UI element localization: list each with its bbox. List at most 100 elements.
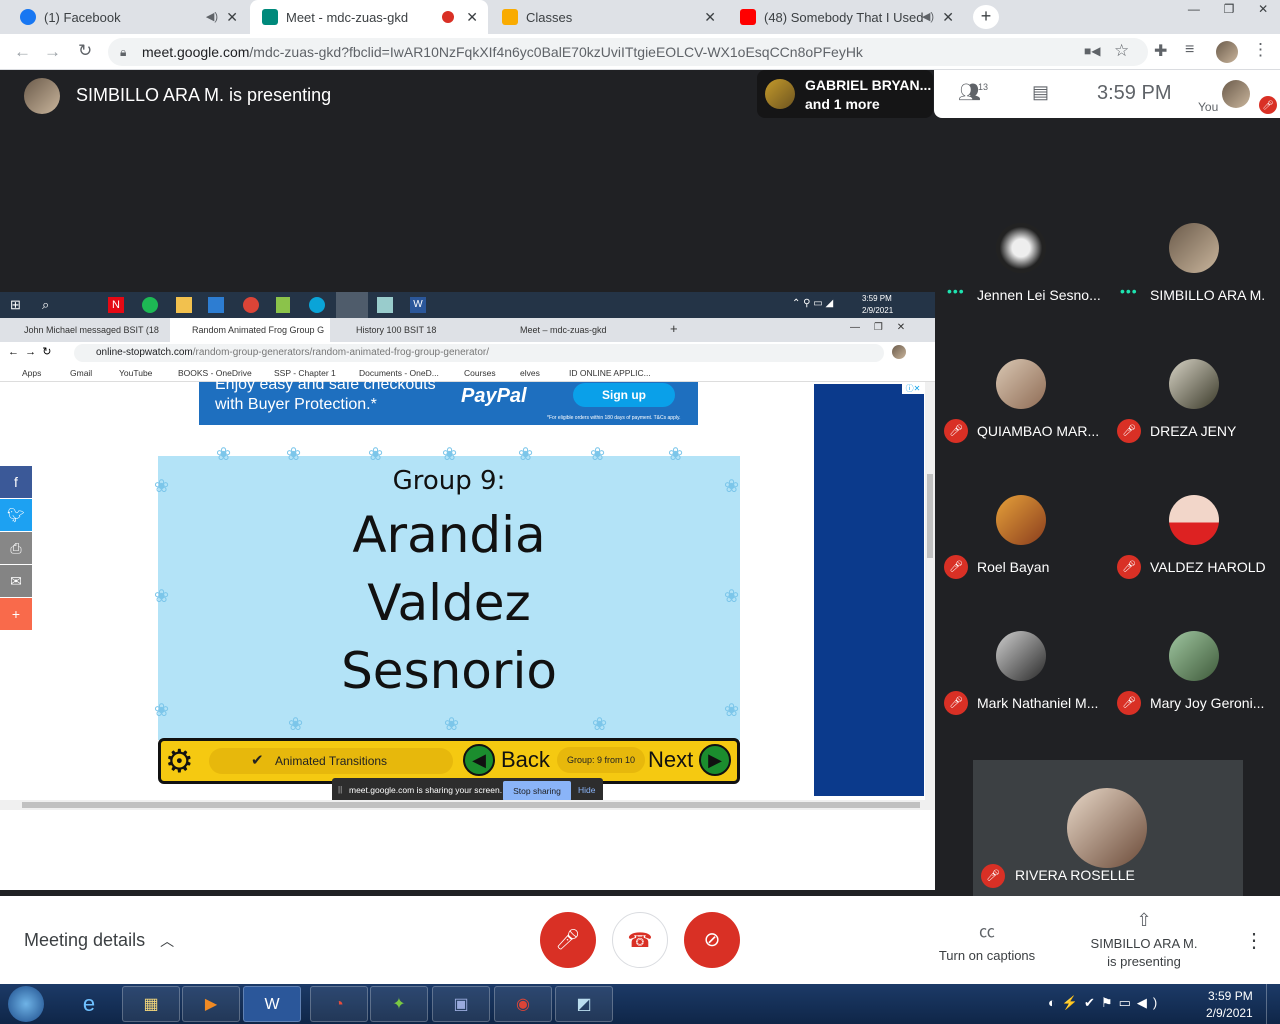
captions-button[interactable]: ㏄ Turn on captions	[935, 918, 1039, 963]
paypal-ad[interactable]: Enjoy easy and safe checkouts with Buyer…	[199, 376, 698, 425]
vertical-scrollbar[interactable]	[925, 382, 935, 800]
network-app-icon[interactable]: ✦	[370, 986, 428, 1022]
edge-icon	[309, 297, 325, 313]
flower-decoration: ❀	[288, 714, 304, 734]
camera-icon[interactable]: ■◀	[1084, 44, 1100, 58]
profile-avatar[interactable]	[1216, 41, 1238, 63]
participant-tile-featured[interactable]: 🎤︎ RIVERA ROSELLE	[973, 760, 1243, 896]
flower-decoration: ❀	[442, 444, 458, 464]
close-tab-icon[interactable]: ✕	[466, 9, 478, 26]
photo-viewer-icon[interactable]: ▣	[432, 986, 490, 1022]
new-tab-button[interactable]: +	[973, 5, 999, 29]
animated-transitions-toggle[interactable]: ✔ Animated Transitions	[209, 748, 453, 774]
participant-name: SIMBILLO ARA M.	[1150, 287, 1266, 303]
participant-tile[interactable]: 🎤︎ Roel Bayan	[935, 487, 1107, 623]
speaker-icon[interactable]: ◀)	[206, 10, 218, 23]
back-arrow-icon[interactable]: ◀	[463, 744, 495, 776]
internet-explorer-icon[interactable]: e	[60, 986, 118, 1022]
extensions-icon[interactable]: ✚	[1154, 41, 1167, 61]
restore-icon[interactable]: ❐	[1224, 2, 1235, 20]
word-icon[interactable]: W	[243, 986, 301, 1022]
windows-start-icon[interactable]	[8, 986, 44, 1022]
address-bar[interactable]: 🔒︎ meet.google.com/mdc-zuas-gkd?fbclid=I…	[108, 38, 1148, 66]
meeting-details-label: Meeting details	[24, 930, 146, 950]
self-avatar[interactable]	[1222, 80, 1250, 108]
next-arrow-icon[interactable]: ▶	[699, 744, 731, 776]
explorer-icon[interactable]: ▦	[122, 986, 180, 1022]
bookmark: elves	[520, 368, 540, 378]
active-speaker-chip[interactable]: GABRIEL BRYAN... and 1 more	[757, 70, 933, 118]
youtube-icon	[740, 9, 756, 25]
close-window-icon[interactable]: ✕	[1258, 2, 1268, 20]
member-name: Valdez	[367, 574, 531, 632]
participant-tile[interactable]: 🎤︎ DREZA JENY	[1108, 351, 1280, 487]
flower-decoration: ❀	[592, 714, 608, 734]
leave-call-button[interactable]: ☎	[612, 912, 668, 968]
system-tray-icons[interactable]: ◐⚡✔⚑▭◀)	[1048, 995, 1163, 1011]
close-tab-icon[interactable]: ✕	[942, 9, 954, 26]
scrollbar-thumb[interactable]	[927, 474, 933, 558]
email-icon[interactable]: ✉	[0, 565, 32, 597]
camera-off-button[interactable]: ⊘	[684, 912, 740, 968]
meeting-details-button[interactable]: Meeting details ︿	[24, 930, 174, 951]
minimize-icon[interactable]: —	[1188, 2, 1200, 20]
reload-icon[interactable]: ↻	[78, 41, 92, 61]
adchoices-icon[interactable]: ⓘ✕	[902, 384, 924, 394]
forward-icon[interactable]: →	[44, 42, 61, 62]
participant-name: Mary Joy Geroni...	[1150, 695, 1265, 711]
chat-icon[interactable]: ▤	[1032, 82, 1049, 103]
toggle-label: Animated Transitions	[275, 754, 388, 768]
participant-avatar	[996, 359, 1046, 409]
horizontal-scrollbar[interactable]	[0, 800, 935, 810]
meet-icon	[262, 9, 278, 25]
present-now-button[interactable]: ⇧ SIMBILLO ARA M. is presenting	[1088, 910, 1200, 971]
muted-mic-icon: 🎤︎	[1259, 96, 1277, 114]
share-facebook-icon[interactable]: f	[0, 466, 32, 498]
participant-tile[interactable]: 🎤︎ VALDEZ HAROLD	[1108, 487, 1280, 623]
share-twitter-icon[interactable]: 🐦︎	[0, 499, 32, 531]
chrome-active-icon	[336, 292, 368, 318]
bookmark: Courses	[464, 368, 496, 378]
tab-classes[interactable]: Classes ✕	[490, 0, 726, 34]
hide-button[interactable]: Hide	[578, 785, 595, 795]
more-share-icon[interactable]: +	[0, 598, 32, 630]
settings-gear-icon[interactable]: ⚙	[165, 743, 194, 779]
menu-icon[interactable]: ⋮	[1252, 40, 1269, 60]
next-button[interactable]: Next	[648, 747, 693, 773]
mic-off-button[interactable]: 🎤︎	[540, 912, 596, 968]
muted-mic-icon: 🎤︎	[981, 864, 1005, 888]
participant-tile[interactable]: ••• SIMBILLO ARA M.	[1108, 215, 1280, 351]
close-tab-icon[interactable]: ✕	[704, 9, 716, 26]
participant-tile[interactable]: 🎤︎ Mary Joy Geroni...	[1108, 623, 1280, 759]
scrollbar-thumb[interactable]	[22, 802, 920, 808]
remote-avatar	[892, 345, 906, 359]
browser-tab-strip: (1) Facebook ◀) ✕ Meet - mdc-zuas-gkd ✕ …	[0, 0, 1280, 34]
back-button[interactable]: Back	[501, 747, 550, 773]
participant-tile[interactable]: 🎤︎ Mark Nathaniel M...	[935, 623, 1107, 759]
flower-decoration: ❀	[154, 700, 170, 720]
more-options-icon[interactable]: ⋮	[1244, 928, 1264, 953]
tab-facebook[interactable]: (1) Facebook ◀) ✕	[8, 0, 248, 34]
participant-tile[interactable]: ••• Jennen Lei Sesno...	[935, 215, 1107, 351]
bookmark-star-icon[interactable]: ☆	[1114, 41, 1129, 61]
search-icon: ⌕	[42, 297, 50, 312]
lock-icon[interactable]: 🔒︎	[120, 38, 126, 66]
ad-signup-button[interactable]: Sign up	[573, 383, 675, 407]
show-desktop-button[interactable]	[1266, 984, 1280, 1024]
chrome-icon[interactable]: ◉	[494, 986, 552, 1022]
back-icon[interactable]: ←	[14, 42, 31, 62]
ad-line1: Enjoy easy and safe checkouts	[215, 376, 436, 393]
media-icon[interactable]: ≡	[1185, 41, 1194, 59]
speaker-icon[interactable]: ◀)	[922, 10, 934, 23]
powerpoint-icon[interactable]: ◔	[310, 986, 368, 1022]
tab-youtube[interactable]: (48) Somebody That I Used T ◀) ✕	[728, 0, 964, 34]
participant-tile[interactable]: 🎤︎ QUIAMBAO MAR...	[935, 351, 1107, 487]
meet-clock: 3:59 PM	[1097, 82, 1172, 104]
app-icon[interactable]: ◩	[555, 986, 613, 1022]
tab-meet[interactable]: Meet - mdc-zuas-gkd ✕	[250, 0, 488, 34]
print-icon[interactable]: ⎙	[0, 532, 32, 564]
drag-handle-icon[interactable]: ||	[338, 785, 342, 794]
stop-sharing-button[interactable]: Stop sharing	[503, 781, 571, 801]
media-player-icon[interactable]: ▶	[182, 986, 240, 1022]
close-tab-icon[interactable]: ✕	[226, 9, 238, 26]
